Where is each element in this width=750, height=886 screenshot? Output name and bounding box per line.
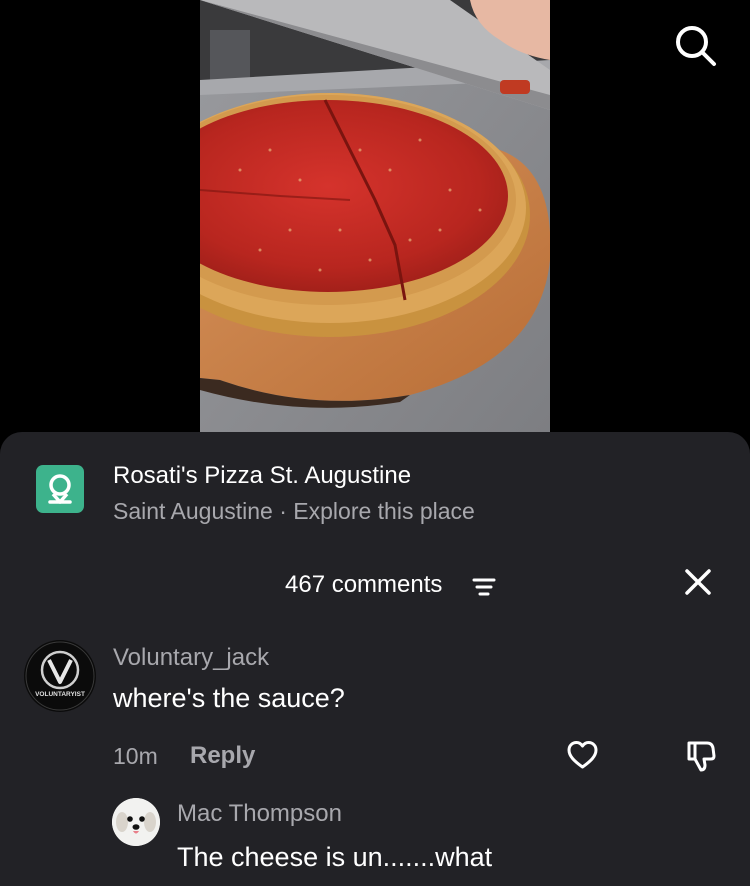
video-frame bbox=[200, 0, 550, 432]
place-link[interactable]: Rosati's Pizza St. Augustine Saint Augus… bbox=[36, 462, 716, 532]
place-separator: · bbox=[272, 498, 294, 524]
avatar[interactable]: VOLUNTARYIST bbox=[24, 640, 96, 712]
close-icon bbox=[685, 569, 711, 595]
search-button[interactable] bbox=[672, 22, 718, 68]
comment-username[interactable]: Voluntary_jack bbox=[113, 644, 269, 672]
comments-header: 467 comments bbox=[0, 568, 750, 608]
reply-button[interactable]: Reply bbox=[190, 742, 255, 770]
place-city: Saint Augustine bbox=[113, 498, 273, 524]
avatar-logo-text: VOLUNTARYIST bbox=[35, 691, 85, 698]
place-subtitle: Saint Augustine · Explore this place bbox=[113, 498, 475, 525]
search-icon bbox=[676, 26, 716, 66]
comments-sheet: Rosati's Pizza St. Augustine Saint Augus… bbox=[0, 432, 750, 886]
like-button[interactable] bbox=[566, 739, 599, 771]
pizza-image bbox=[200, 0, 550, 432]
heart-icon bbox=[567, 741, 598, 769]
comment-text: where's the sauce? bbox=[113, 683, 345, 713]
close-button[interactable] bbox=[682, 566, 714, 598]
comment-time: 10m bbox=[113, 743, 158, 769]
video-player[interactable] bbox=[0, 0, 750, 432]
comments-count: 467 comments bbox=[285, 571, 443, 598]
explore-place-link[interactable]: Explore this place bbox=[293, 498, 475, 524]
reply-username[interactable]: Mac Thompson bbox=[177, 800, 342, 828]
reply-text: The cheese is un.......what bbox=[177, 842, 493, 872]
thumbs-down-icon bbox=[687, 741, 716, 772]
location-pin-icon bbox=[36, 465, 84, 513]
comment-item: VOLUNTARYIST Voluntary_jack where's the … bbox=[0, 632, 750, 782]
place-name: Rosati's Pizza St. Augustine bbox=[113, 462, 412, 489]
avatar[interactable] bbox=[112, 798, 160, 846]
reply-item: Mac Thompson The cheese is un.......what bbox=[0, 794, 750, 886]
dislike-button[interactable] bbox=[683, 738, 719, 774]
filter-icon[interactable] bbox=[472, 576, 496, 598]
